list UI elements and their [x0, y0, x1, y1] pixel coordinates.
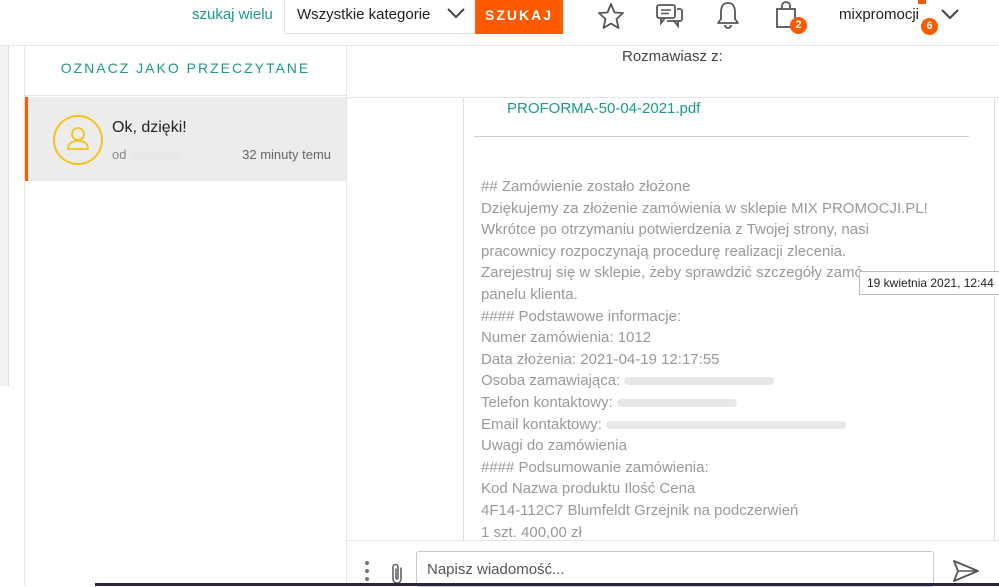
message-line-redacted: Osoba zamawiająca:	[481, 370, 981, 392]
attachment-link[interactable]: PROFORMA-50-04-2021.pdf	[507, 100, 700, 117]
divider	[474, 136, 969, 137]
category-select-label: Wszystkie kategorie	[297, 6, 431, 23]
chevron-down-icon	[447, 8, 465, 19]
message-line: Data złożenia: 2021-04-19 12:17:55	[481, 350, 720, 368]
message-body: ## Zamówienie zostało złożone Dziękujemy…	[481, 176, 981, 540]
conversation-last-message: Ok, dzięki!	[112, 119, 187, 136]
message-line: Uwagi do zamówienia	[481, 437, 627, 455]
message-line: Kod Nazwa produktu Ilość Cena	[481, 480, 696, 498]
notifications-count-badge: 6	[921, 18, 938, 35]
message-line: 4F14-112C7 Blumfeldt Grzejnik na podczer…	[481, 501, 799, 519]
timestamp-tooltip: 19 kwietnia 2021, 12:44	[859, 271, 999, 295]
message-input[interactable]	[416, 551, 934, 587]
message-line: 1 szt. 400,00 zł	[481, 523, 582, 541]
top-bar: szukaj wielu Wszystkie kategorie SZUKAJ …	[0, 0, 999, 46]
send-icon[interactable]	[952, 559, 980, 583]
chat-header: Rozmawiasz z:	[347, 46, 999, 98]
more-options-icon[interactable]	[365, 561, 369, 585]
message-line: Numer zamówienia: 1012	[481, 329, 652, 347]
message-line: pracownicy rozpoczynają procedurę realiz…	[481, 242, 847, 260]
message-line: #### Podstawowe informacje:	[481, 307, 682, 325]
user-dot-icon	[918, 0, 926, 4]
message-area[interactable]: PROFORMA-50-04-2021.pdf ## Zamówienie zo…	[347, 98, 999, 540]
message-line-redacted: Email kontaktowy:	[481, 414, 981, 436]
bell-icon[interactable]	[714, 0, 742, 30]
conversation-sender: od	[112, 147, 181, 162]
search-many-link[interactable]: szukaj wielu	[192, 6, 273, 23]
chevron-down-icon[interactable]	[940, 6, 960, 22]
mark-as-read-button[interactable]: OZNACZ JAKO PRZECZYTANE	[25, 46, 346, 96]
conversation-time: 32 minuty temu	[242, 147, 331, 162]
sender-prefix: od	[112, 147, 127, 162]
redacted-sender	[130, 151, 181, 160]
message-line: Wkrótce po otrzymaniu potwierdzenia z Tw…	[481, 221, 869, 239]
message-line: #### Podsumowanie zamówienia:	[481, 458, 709, 476]
user-icon	[67, 127, 89, 150]
search-button[interactable]: SZUKAJ	[475, 0, 563, 34]
left-edge-strip	[0, 46, 9, 386]
category-select[interactable]: Wszystkie kategorie	[284, 0, 476, 34]
message-composer	[347, 540, 999, 587]
messages-icon[interactable]	[655, 2, 685, 30]
message-line: ## Zamówienie zostało złożone	[481, 178, 691, 195]
avatar	[53, 115, 103, 165]
user-account-name[interactable]: mixpromocji	[839, 6, 919, 23]
message-line: Dziękujemy za złożenie zamówienia w skle…	[481, 199, 928, 217]
conversation-item[interactable]: Ok, dzięki! od 32 minuty temu	[25, 97, 346, 181]
message-bubble: PROFORMA-50-04-2021.pdf ## Zamówienie zo…	[463, 98, 995, 540]
conversation-list-panel: OZNACZ JAKO PRZECZYTANE Ok, dzięki! od 3…	[24, 46, 347, 586]
message-line-redacted: Telefon kontaktowy:	[481, 392, 981, 414]
cart-count-badge: 2	[790, 17, 807, 34]
talking-with-label: Rozmawiasz z:	[622, 48, 723, 65]
star-icon[interactable]	[597, 2, 625, 30]
